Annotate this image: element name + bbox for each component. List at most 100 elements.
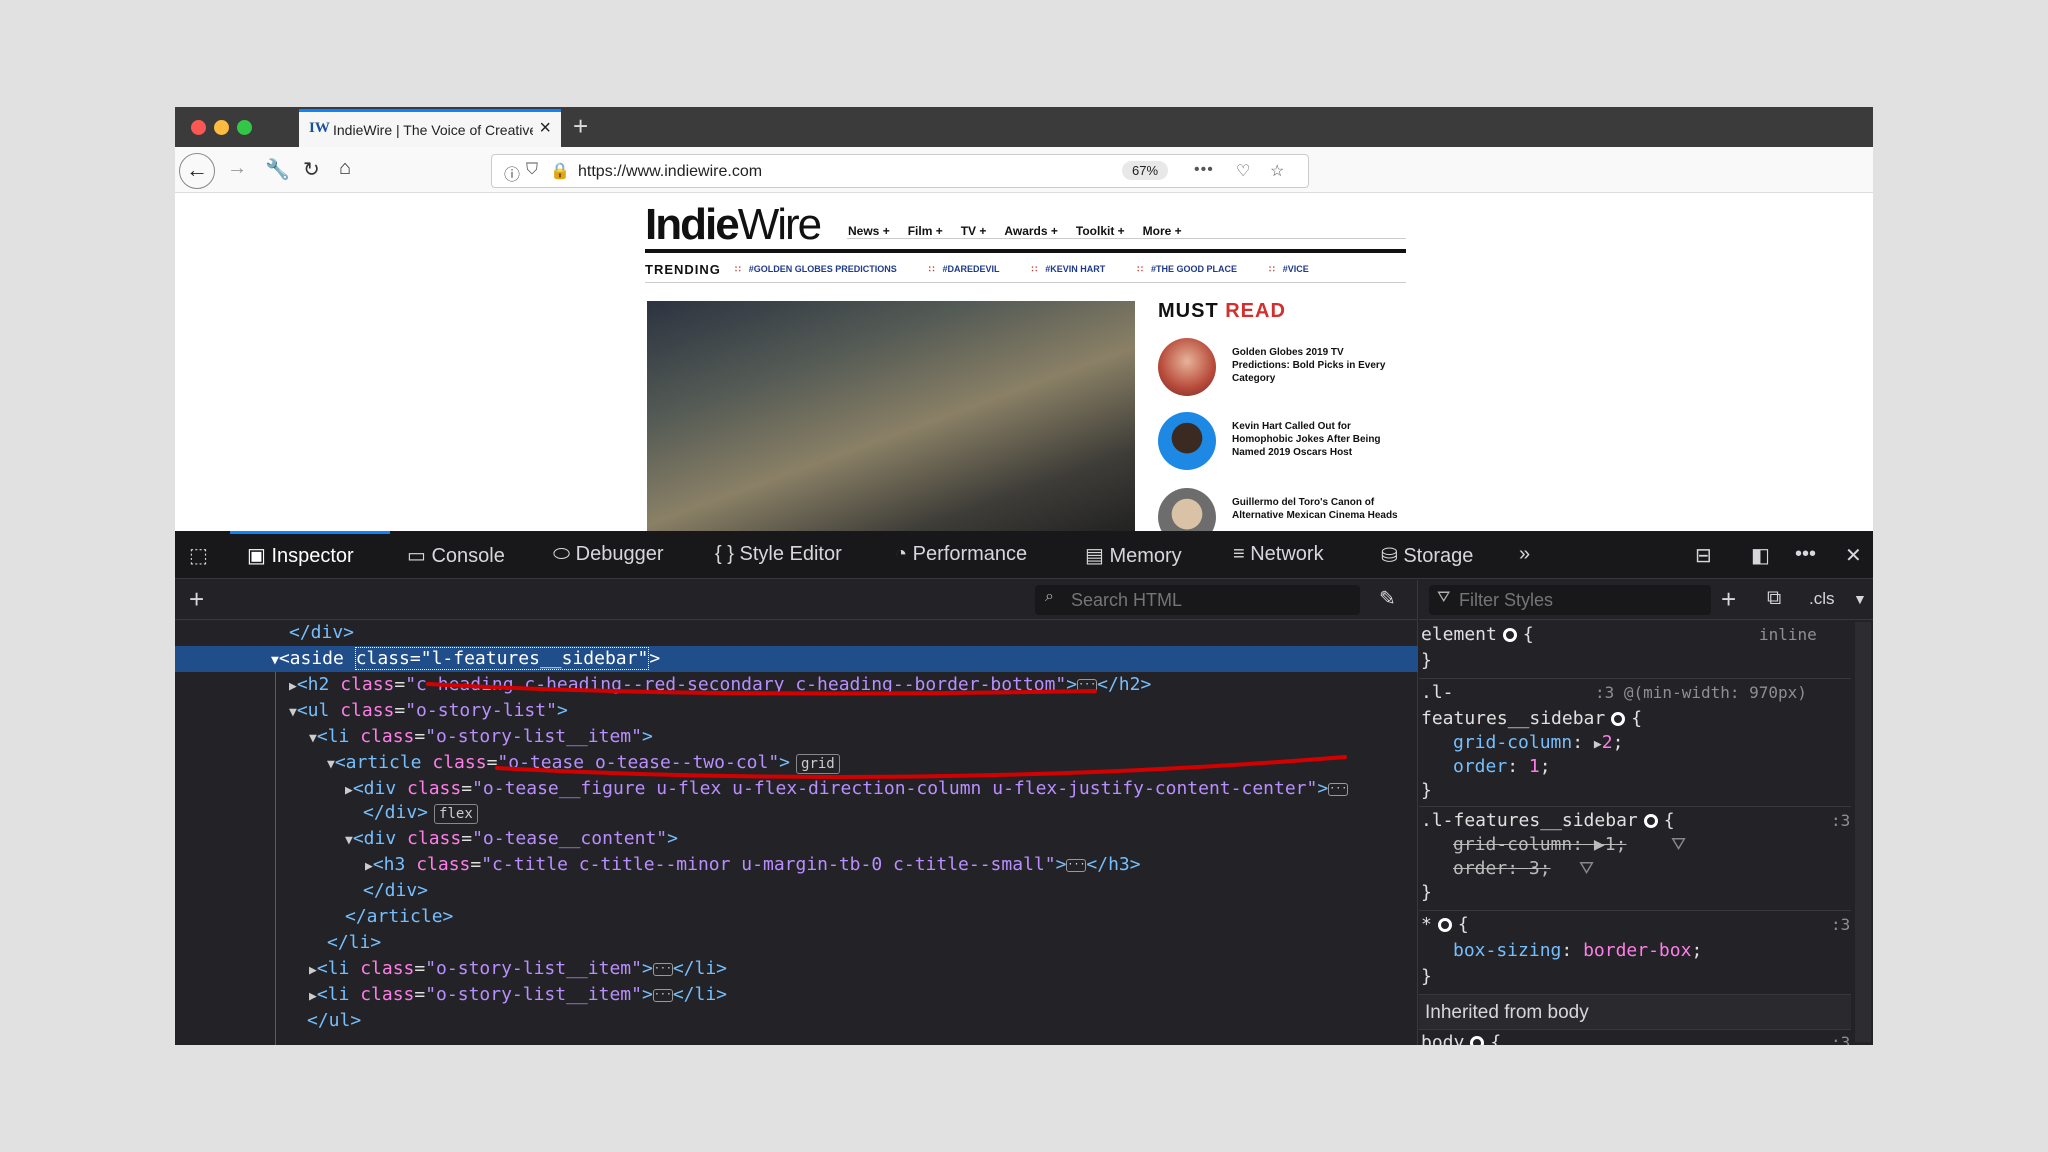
must-read-title[interactable]: Golden Globes 2019 TV Predictions: Bold … (1232, 346, 1402, 385)
close-window-button[interactable] (191, 120, 206, 135)
maximize-window-button[interactable] (237, 120, 252, 135)
filter-icon[interactable]: ⛛ (1579, 856, 1594, 882)
chevron-down-icon[interactable]: ▼ (1853, 591, 1867, 607)
markup-line[interactable]: ▶<div class="o-tease__figure u-flex u-fl… (175, 776, 1418, 802)
overridden-declaration[interactable]: order: 3; (1453, 856, 1551, 882)
lock-icon[interactable]: 🔒 (550, 161, 570, 181)
page-actions-button[interactable]: ••• (1194, 161, 1214, 179)
markup-line[interactable]: ▼<div class="o-tease__content"> (175, 826, 1418, 852)
thumbnail[interactable] (1158, 488, 1216, 531)
must-read-title[interactable]: Kevin Hart Called Out for Homophobic Jok… (1232, 420, 1402, 459)
rule-selector[interactable]: *{ (1421, 912, 1469, 938)
home-button[interactable]: ⌂ (339, 157, 351, 180)
rule-source[interactable]: :3 (1831, 912, 1850, 938)
shield-icon[interactable]: ⛉ (526, 161, 538, 179)
zoom-indicator[interactable]: 67% (1122, 161, 1169, 180)
tab-network[interactable]: ≡ Network (1233, 543, 1324, 566)
markup-line[interactable]: </div> (175, 620, 1418, 646)
rule-selector[interactable]: .l- (1421, 680, 1454, 706)
rule-source[interactable]: :3 (1831, 1030, 1850, 1045)
tab-inspector[interactable]: ▣ Inspector (247, 543, 354, 568)
element-picker-icon[interactable]: ⬚ (189, 543, 208, 568)
markup-line[interactable]: </div> (175, 878, 1418, 904)
rule-source[interactable]: :3 (1831, 808, 1850, 834)
rule-element[interactable]: element{ (1421, 622, 1534, 648)
wrench-icon[interactable]: 🔧 (265, 157, 290, 182)
collapsed-content-icon[interactable]: ··· (652, 962, 673, 976)
search-html-input[interactable] (1071, 589, 1351, 611)
gear-icon[interactable] (1643, 814, 1658, 828)
gear-icon[interactable] (1470, 1036, 1485, 1045)
must-read-title[interactable]: Guillermo del Toro's Canon of Alternativ… (1232, 496, 1402, 522)
thumbnail[interactable] (1158, 412, 1216, 470)
reload-button[interactable]: ↻ (303, 157, 320, 182)
rule-selector[interactable]: .l-features__sidebar{ (1421, 808, 1675, 834)
back-button[interactable]: ← (179, 153, 215, 189)
minimize-window-button[interactable] (214, 120, 229, 135)
new-tab-button[interactable]: + (573, 111, 588, 142)
search-html-box[interactable]: ⌕ (1035, 585, 1360, 615)
markup-line[interactable]: ▶<h3 class="c-title c-title--minor u-mar… (175, 852, 1418, 878)
markup-line[interactable]: ▶<h2 class="c-heading c-heading--red-sec… (175, 672, 1418, 698)
devtools-menu-icon[interactable]: ••• (1795, 543, 1816, 566)
rule-source[interactable]: :3 @(min-width: 970px) (1595, 680, 1807, 706)
bookmark-star-icon[interactable]: ☆ (1270, 161, 1284, 181)
eyedropper-icon[interactable]: ✎ (1379, 586, 1396, 611)
markup-line[interactable]: </li> (175, 930, 1418, 956)
gear-icon[interactable] (1437, 918, 1452, 932)
markup-line[interactable]: ▶<li class="o-story-list__item">···</li> (175, 956, 1418, 982)
forward-button[interactable]: → (227, 157, 247, 180)
pseudo-class-toggle-icon[interactable]: ⧉ (1767, 587, 1781, 610)
nav-awards[interactable]: Awards + (1004, 224, 1057, 238)
markup-line[interactable]: ▼<ul class="o-story-list"> (175, 698, 1418, 724)
overridden-declaration[interactable]: grid-column: ▶1; (1453, 832, 1626, 858)
nav-more[interactable]: More + (1143, 224, 1182, 238)
layout-toggle-icon[interactable]: ⊟ (1695, 543, 1712, 568)
rule-source[interactable]: inline (1759, 622, 1817, 648)
rule-selector[interactable]: features__sidebar{ (1421, 706, 1642, 732)
tab-performance[interactable]: ◔ Performance (895, 543, 1027, 566)
markup-line[interactable]: ▼<article class="o-tease o-tease--two-co… (175, 750, 1418, 776)
close-tab-icon[interactable]: × (539, 117, 551, 140)
declaration[interactable]: grid-column: ▶2; (1453, 730, 1623, 756)
tab-storage[interactable]: ⛁ Storage (1381, 543, 1473, 568)
info-icon[interactable]: ⓘ (504, 161, 520, 185)
markup-line[interactable]: </article> (175, 904, 1418, 930)
pocket-icon[interactable]: ♡ (1236, 161, 1250, 181)
markup-line[interactable]: ▶<li class="o-story-list__item">···</li> (175, 982, 1418, 1008)
nav-tv[interactable]: TV + (961, 224, 987, 238)
tab-console[interactable]: ▭ Console (407, 543, 505, 568)
declaration[interactable]: order: 1; (1453, 754, 1551, 780)
rule-selector[interactable]: body{ (1421, 1030, 1501, 1045)
markup-line[interactable]: ▼<li class="o-story-list__item"> (175, 724, 1418, 750)
nav-news[interactable]: News + (848, 224, 890, 238)
indiewire-logo[interactable]: IndieWire (645, 200, 822, 250)
dock-icon[interactable]: ◧ (1751, 543, 1770, 568)
trending-item[interactable]: ∷ #GOLDEN GLOBES PREDICTIONS (735, 264, 897, 275)
tab-memory[interactable]: ▤ Memory (1085, 543, 1182, 568)
gear-icon[interactable] (1611, 712, 1626, 726)
filter-styles-input[interactable] (1459, 589, 1704, 611)
scrollbar[interactable] (1855, 622, 1871, 1042)
nav-toolkit[interactable]: Toolkit + (1076, 224, 1125, 238)
collapsed-content-icon[interactable]: ··· (652, 988, 673, 1002)
browser-tab[interactable]: IW IndieWire | The Voice of Creative Ind… (299, 109, 561, 147)
markup-line[interactable]: </ul> (175, 1008, 1418, 1034)
markup-line-selected[interactable]: ▼<aside class="l-features__sidebar"> (175, 646, 1418, 672)
hero-image[interactable] (647, 301, 1135, 531)
grid-badge[interactable]: grid (796, 754, 840, 774)
trending-item[interactable]: ∷ #KEVIN HART (1032, 264, 1106, 275)
tab-style-editor[interactable]: { } Style Editor (715, 543, 842, 566)
thumbnail[interactable] (1158, 338, 1216, 396)
trending-item[interactable]: ∷ #THE GOOD PLACE (1137, 264, 1237, 275)
add-rule-icon[interactable]: + (1721, 584, 1736, 615)
filter-icon[interactable]: ⛛ (1671, 832, 1686, 858)
gear-icon[interactable] (1502, 628, 1517, 642)
collapsed-content-icon[interactable]: ··· (1328, 782, 1349, 796)
add-node-icon[interactable]: + (189, 584, 204, 615)
more-tabs-icon[interactable]: » (1519, 543, 1530, 566)
trending-item[interactable]: ∷ #DAREDEVIL (929, 264, 1000, 275)
collapsed-content-icon[interactable]: ··· (1077, 678, 1098, 692)
url-bar[interactable]: ⓘ ⛉ 🔒 https://www.indiewire.com 67% ••• … (491, 154, 1309, 188)
url-text[interactable]: https://www.indiewire.com (578, 163, 762, 181)
